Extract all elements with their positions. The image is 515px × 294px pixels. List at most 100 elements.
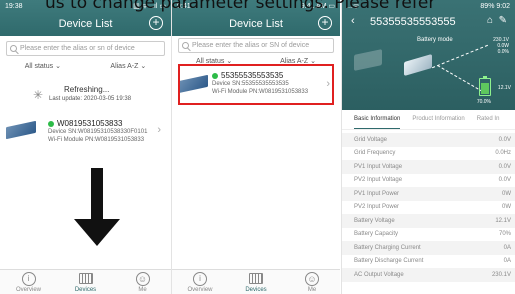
inverter-icon bbox=[6, 120, 36, 140]
energy-flow-line bbox=[431, 44, 489, 69]
filter-bar: All status ⌄ Alias A-Z ⌄ bbox=[0, 60, 171, 72]
status-filter-label: All status bbox=[24, 63, 54, 70]
energy-flow-line bbox=[437, 65, 483, 92]
page-title: Device List bbox=[229, 18, 283, 30]
chevron-right-icon: › bbox=[157, 124, 161, 136]
table-row: Battery Capacity 70% bbox=[342, 228, 515, 242]
info-table: Grid Voltage 0.0V Grid Frequency 0.0Hz PV1 I… bbox=[342, 133, 515, 282]
phone-screen-device-list-refreshing: 19:38 ▥ ᯤ ..ıl ▭ Device List + Please en… bbox=[0, 0, 171, 294]
back-icon[interactable]: ‹ bbox=[351, 15, 355, 27]
chevron-down-icon: ⌄ bbox=[55, 63, 61, 70]
person-icon: ☺ bbox=[305, 272, 319, 286]
row-label: PV1 Input Voltage bbox=[354, 163, 403, 170]
person-icon: ☺ bbox=[135, 272, 150, 286]
row-value: 0.0V bbox=[498, 136, 511, 143]
down-arrow-head-icon bbox=[74, 219, 120, 246]
row-value: 0W bbox=[502, 204, 511, 211]
caption-text: us to change parameter settings. Please … bbox=[45, 0, 436, 13]
battery-icon bbox=[479, 76, 491, 96]
row-label: PV1 Input Power bbox=[354, 190, 400, 197]
row-label: PV2 Input Voltage bbox=[354, 177, 403, 184]
refreshing-label: Refreshing... bbox=[64, 85, 110, 94]
search-input[interactable]: Please enter the alias or SN of device bbox=[178, 38, 334, 53]
devices-icon bbox=[249, 273, 263, 284]
table-row: Grid Frequency 0.0Hz bbox=[342, 147, 515, 161]
phone-screen-device-list-selected: 9:41 9:41 AM ▭ Device List + Please ente… bbox=[171, 0, 340, 294]
row-value: 230.1V bbox=[491, 271, 511, 278]
tab-devices[interactable]: Devices bbox=[66, 273, 106, 293]
tab-devices-label: Devices bbox=[74, 287, 97, 293]
tab-me-label: Me bbox=[307, 287, 317, 293]
info-icon: i bbox=[193, 272, 207, 286]
output-readout: 230.1V 0.0W 0.0% bbox=[493, 37, 509, 55]
row-label: AC Output Voltage bbox=[354, 271, 404, 278]
row-label: Battery Capacity bbox=[354, 231, 399, 238]
search-placeholder: Please enter the alias or SN of device bbox=[192, 42, 310, 49]
device-status-header: ...ᯤ 89% 9:02 ‹ 55355535553555 ⌂ ✎ Batte… bbox=[342, 0, 515, 110]
nav-bar: Device List + bbox=[0, 12, 171, 36]
tab-rated-information[interactable]: Rated In bbox=[477, 116, 500, 129]
chevron-down-icon: ⌄ bbox=[140, 63, 147, 70]
row-value: 12.1V bbox=[495, 217, 511, 224]
row-value: 70% bbox=[498, 231, 511, 238]
row-value: 0.0V bbox=[498, 163, 511, 170]
table-row: PV1 Input Power 0W bbox=[342, 187, 515, 201]
refresh-indicator: ✳ Refreshing... Last update: 2020-03-05 … bbox=[0, 83, 171, 109]
battery-percent: 70.0% bbox=[476, 99, 491, 105]
page-title: 55355535553555 bbox=[370, 16, 456, 28]
search-icon bbox=[182, 42, 189, 49]
row-label: Battery Voltage bbox=[354, 217, 395, 224]
tab-me[interactable]: ☺ Me bbox=[292, 272, 332, 293]
search-input[interactable]: Please enter the alias or sn of device bbox=[6, 41, 165, 56]
devices-icon bbox=[78, 273, 93, 284]
phone-screen-device-detail: ...ᯤ 89% 9:02 ‹ 55355535553555 ⌂ ✎ Batte… bbox=[341, 0, 515, 294]
inverter-icon bbox=[404, 53, 432, 77]
row-value: 0A bbox=[503, 258, 511, 265]
tab-me[interactable]: ☺ Me bbox=[123, 272, 163, 293]
row-value: 0.0V bbox=[498, 177, 511, 184]
table-row: Battery Voltage 12.1V bbox=[342, 214, 515, 228]
tab-overview[interactable]: i Overview bbox=[9, 272, 49, 293]
edit-icon[interactable]: ✎ bbox=[499, 15, 507, 26]
down-arrow-icon bbox=[91, 168, 103, 223]
nav-bar: Device List + bbox=[172, 12, 340, 36]
device-name-text: W0819531053833 bbox=[57, 119, 123, 128]
row-label: Grid Voltage bbox=[354, 136, 388, 143]
grid-source-icon bbox=[354, 49, 382, 71]
online-status-dot bbox=[48, 120, 54, 127]
tab-basic-information[interactable]: Basic Information bbox=[354, 116, 401, 129]
table-row: PV2 Input Voltage 0.0V bbox=[342, 174, 515, 188]
page-title: Device List bbox=[58, 18, 113, 30]
tab-devices-label: Devices bbox=[245, 287, 267, 293]
spinner-icon: ✳ bbox=[33, 88, 44, 102]
info-tabs: Basic Information Product Information Ra… bbox=[342, 116, 515, 130]
device-list-item[interactable]: W0819531053833 Device SN:W08195310538330… bbox=[0, 118, 171, 146]
mode-label: Battery mode bbox=[417, 37, 453, 43]
add-device-icon[interactable]: + bbox=[149, 16, 163, 30]
battery-voltage: 12.1V bbox=[497, 85, 511, 91]
row-value: 0A bbox=[503, 244, 511, 251]
table-row: PV1 Input Voltage 0.0V bbox=[342, 160, 515, 174]
search-icon bbox=[10, 45, 17, 52]
tab-me-label: Me bbox=[138, 287, 147, 293]
tab-product-information[interactable]: Product Information bbox=[412, 116, 464, 129]
row-label: Battery Charging Current bbox=[354, 244, 421, 251]
info-icon: i bbox=[21, 272, 36, 286]
bell-icon[interactable]: ⌂ bbox=[487, 15, 493, 26]
status-filter[interactable]: All status ⌄ bbox=[25, 62, 61, 70]
row-label: PV2 Input Power bbox=[354, 204, 400, 211]
table-row: Battery Discharge Current 0A bbox=[342, 255, 515, 269]
row-label: Battery Discharge Current bbox=[354, 258, 424, 265]
highlight-box bbox=[178, 64, 334, 105]
sort-filter[interactable]: Alias A-Z ⌄ bbox=[110, 62, 146, 70]
tab-overview-label: Overview bbox=[15, 287, 41, 293]
tab-overview-label: Overview bbox=[187, 287, 213, 293]
table-row: PV2 Input Power 0W bbox=[342, 201, 515, 215]
last-update-label: Last update: 2020-03-05 19:38 bbox=[49, 96, 132, 102]
tab-devices[interactable]: Devices bbox=[236, 273, 276, 293]
row-value: 0.0Hz bbox=[495, 150, 511, 157]
tab-overview[interactable]: i Overview bbox=[180, 272, 220, 293]
row-value: 0W bbox=[502, 190, 511, 197]
add-device-icon[interactable]: + bbox=[318, 16, 332, 30]
sort-filter-label: Alias A-Z bbox=[110, 63, 139, 70]
